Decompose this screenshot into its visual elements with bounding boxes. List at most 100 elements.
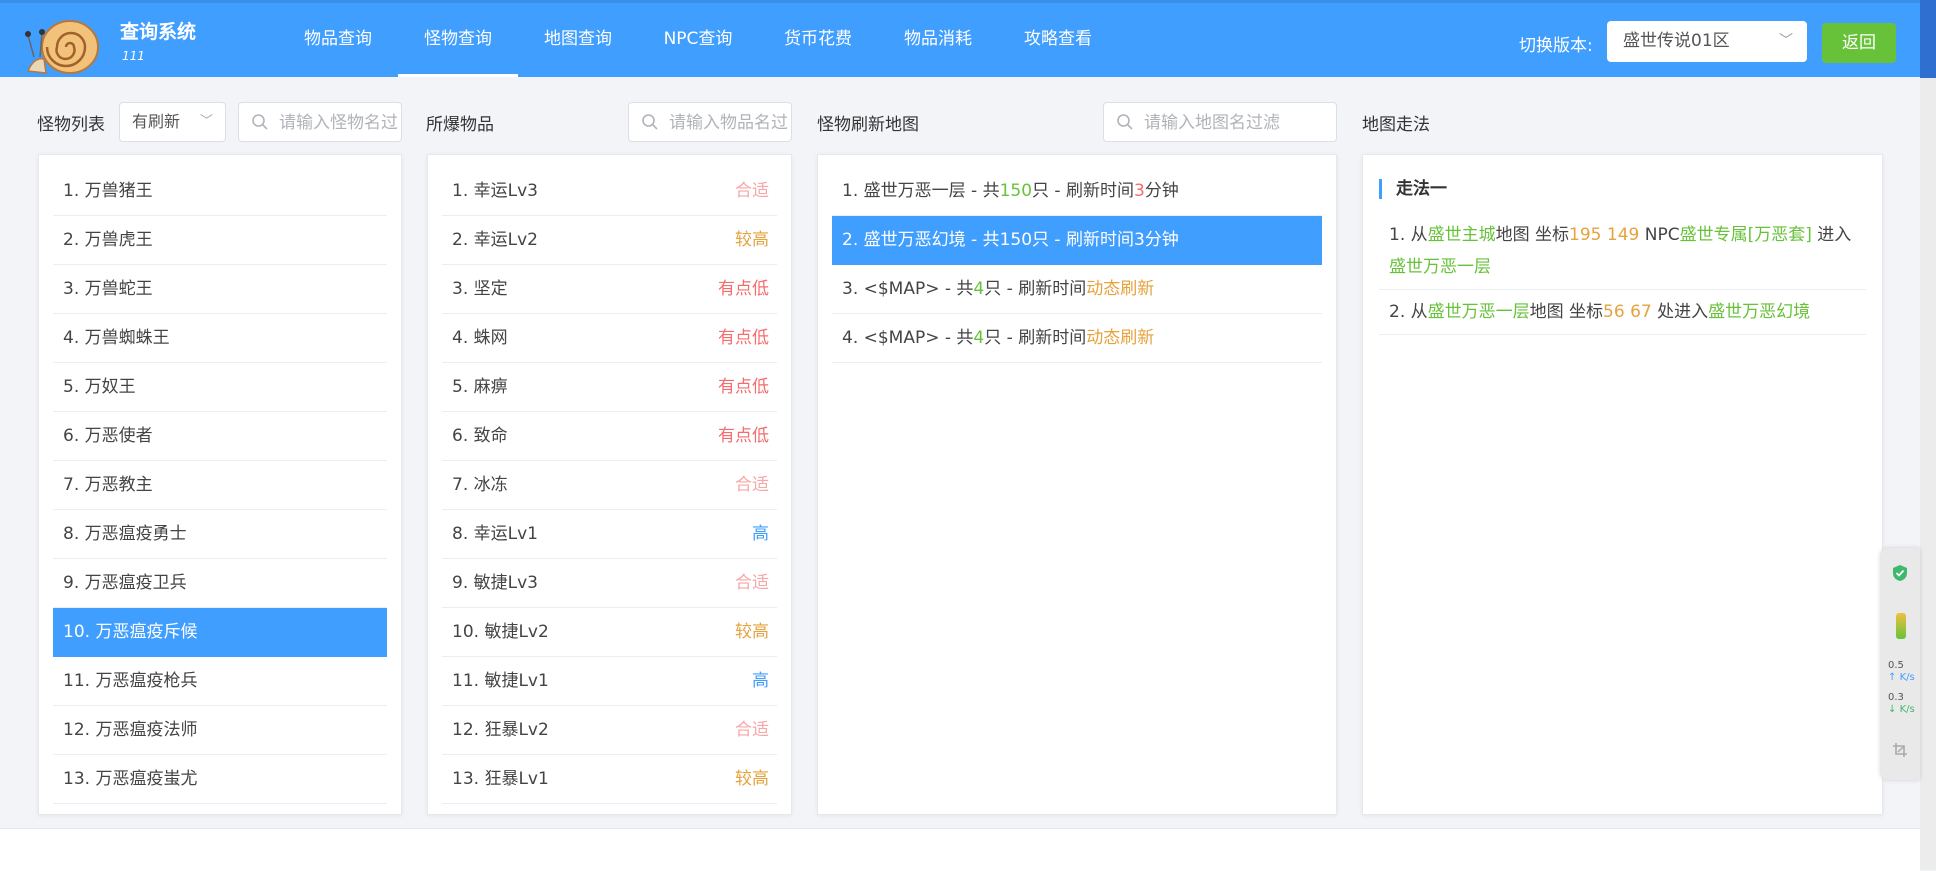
route-step: 1. 从盛世主城地图 坐标195 149 NPC盛世专属[万恶套] 进入 盛世万… — [1379, 213, 1866, 290]
drop-list-item[interactable]: 3. 坚定 有点低 — [442, 265, 777, 314]
step-text: NPC — [1644, 225, 1680, 245]
monster-list-item[interactable]: 3. 万兽蛇王 — [53, 265, 387, 314]
monster-list-item[interactable]: 1. 万兽猪王 — [53, 167, 387, 216]
drop-list-item[interactable]: 6. 致命 有点低 — [442, 412, 777, 461]
map-text: 3. <$MAP> - 共 — [842, 279, 974, 299]
drop-list-item[interactable]: 12. 狂暴Lv2 合适 — [442, 706, 777, 755]
drop-rate-tag: 合适 — [735, 720, 769, 740]
map-list-item[interactable]: 1. 盛世万恶一层 - 共150只 - 刷新时间3分钟 — [832, 167, 1322, 216]
map-list-item[interactable]: 2. 盛世万恶幻境 - 共150只 - 刷新时间3分钟 — [832, 216, 1322, 265]
drop-list-item[interactable]: 1. 幸运Lv3 合适 — [442, 167, 777, 216]
drop-item-name: 3. 坚定 — [452, 279, 508, 299]
drop-item-name: 4. 蛛网 — [452, 328, 508, 348]
upload-speed: 0.5 — [1888, 660, 1904, 671]
monster-list-item[interactable]: 7. 万恶教主 — [53, 461, 387, 510]
drop-rate-tag: 合适 — [735, 475, 769, 495]
drops-label: 所爆物品 — [426, 115, 494, 135]
download-speed: 0.3 — [1888, 692, 1904, 703]
monster-list-item[interactable]: 8. 万恶瘟疫勇士 — [53, 510, 387, 559]
monster-list-item[interactable]: 11. 万恶瘟疫枪兵 — [53, 657, 387, 706]
drop-item-name: 5. 麻痹 — [452, 377, 508, 397]
step-npc-link[interactable]: 盛世专属[万恶套] — [1680, 225, 1812, 245]
monster-list-item[interactable]: 2. 万兽虎王 — [53, 216, 387, 265]
nav-item-monsters[interactable]: 怪物查询 — [398, 3, 518, 77]
drop-search[interactable] — [628, 102, 792, 142]
map-monster-count: 150 — [999, 181, 1033, 201]
speed-unit: K/s — [1899, 672, 1915, 683]
maps-label: 怪物刷新地图 — [817, 115, 919, 135]
nav-item-guides[interactable]: 攻略查看 — [998, 3, 1118, 77]
drop-rate-tag: 合适 — [735, 181, 769, 201]
refresh-filter-value: 有刷新 — [132, 112, 181, 131]
map-monster-count: 150 — [999, 230, 1033, 250]
chevron-down-icon: ﹀ — [199, 114, 213, 129]
drop-list-item[interactable]: 2. 幸运Lv2 较高 — [442, 216, 777, 265]
drop-list-item[interactable]: 9. 敏捷Lv3 合适 — [442, 559, 777, 608]
map-list-item[interactable]: 4. <$MAP> - 共4只 - 刷新时间动态刷新 — [832, 314, 1322, 363]
route-steps: 1. 从盛世主城地图 坐标195 149 NPC盛世专属[万恶套] 进入 盛世万… — [1379, 213, 1866, 335]
monster-search[interactable] — [238, 102, 402, 142]
version-selected-value: 盛世传说01区 — [1623, 31, 1730, 51]
drop-rate-tag: 有点低 — [718, 377, 769, 397]
drop-list-item[interactable]: 8. 幸运Lv1 高 — [442, 510, 777, 559]
step-dest-link[interactable]: 盛世万恶幻境 — [1708, 302, 1810, 322]
monster-search-input[interactable] — [277, 103, 401, 141]
monster-list: 1. 万兽猪王 2. 万兽虎王 3. 万兽蛇王 4. 万兽蜘蛛王 5. 万奴王 6. 万恶… — [53, 167, 387, 804]
drops-panel: 1. 幸运Lv3 合适 2. 幸运Lv2 较高 3. 坚定 有点低 4. 蛛网 有点低 5. 麻… — [427, 154, 792, 815]
monster-list-item[interactable]: 5. 万奴王 — [53, 363, 387, 412]
map-monster-count: 4 — [973, 279, 985, 299]
app-subtitle: 111 — [122, 49, 145, 63]
version-select[interactable]: 盛世传说01区 ﹀ — [1607, 21, 1807, 62]
map-text: 4. <$MAP> - 共 — [842, 328, 974, 348]
monster-list-item[interactable]: 10. 万恶瘟疫斥候 — [53, 608, 387, 657]
shield-icon — [1893, 565, 1907, 581]
monster-list-label: 怪物列表 — [37, 115, 105, 135]
map-search[interactable] — [1103, 102, 1337, 142]
step-coord: 56 67 — [1603, 302, 1652, 322]
nav-item-items[interactable]: 物品查询 — [278, 3, 398, 77]
drop-rate-tag: 高 — [752, 524, 769, 544]
step-map-link[interactable]: 盛世万恶一层 — [1428, 302, 1530, 322]
monster-list-panel: 1. 万兽猪王 2. 万兽虎王 3. 万兽蛇王 4. 万兽蜘蛛王 5. 万奴王 6. 万恶… — [38, 154, 402, 815]
drop-list-item[interactable]: 11. 敏捷Lv1 高 — [442, 657, 777, 706]
refresh-filter-select[interactable]: 有刷新 ﹀ — [119, 102, 226, 142]
monster-list-item[interactable]: 13. 万恶瘟疫蚩尤 — [53, 755, 387, 804]
map-text: 1. 盛世万恶一层 - 共 — [842, 181, 1000, 201]
nav-item-npc[interactable]: NPC查询 — [638, 3, 758, 77]
monster-list-item[interactable]: 12. 万恶瘟疫法师 — [53, 706, 387, 755]
nav-item-maps[interactable]: 地图查询 — [518, 3, 638, 77]
app-title: 查询系统 — [120, 21, 197, 43]
monster-list-item[interactable]: 4. 万兽蜘蛛王 — [53, 314, 387, 363]
drop-list-item[interactable]: 5. 麻痹 有点低 — [442, 363, 777, 412]
drop-list-item[interactable]: 4. 蛛网 有点低 — [442, 314, 777, 363]
network-speed-widget[interactable]: 0.5 ↑ K/s 0.3 ↓ K/s — [1880, 548, 1920, 780]
monster-list-item[interactable]: 9. 万恶瘟疫卫兵 — [53, 559, 387, 608]
step-coord: 195 149 — [1569, 225, 1640, 245]
nav-item-currency[interactable]: 货币花费 — [758, 3, 878, 77]
maps-panel: 1. 盛世万恶一层 - 共150只 - 刷新时间3分钟 2. 盛世万恶幻境 - 共… — [817, 154, 1916, 815]
map-text: 只 - 刷新时间 — [1032, 181, 1134, 201]
back-button[interactable]: 返回 — [1822, 23, 1896, 63]
top-header: 查询系统 111 物品查询 怪物查询 地图查询 NPC查询 货币花费 物品消耗 … — [0, 0, 1920, 77]
step-map-link[interactable]: 盛世主城 — [1428, 225, 1496, 245]
drop-list-item[interactable]: 7. 冰冻 合适 — [442, 461, 777, 510]
download-arrow-icon: ↓ K/s — [1888, 704, 1915, 715]
map-refresh-time: 动态刷新 — [1086, 328, 1155, 348]
drop-rate-tag: 较高 — [735, 230, 769, 250]
route-label: 地图走法 — [1362, 115, 1430, 135]
drop-list: 1. 幸运Lv3 合适 2. 幸运Lv2 较高 3. 坚定 有点低 4. 蛛网 有点低 5. 麻… — [442, 167, 777, 804]
drop-list-item[interactable]: 10. 敏捷Lv2 较高 — [442, 608, 777, 657]
drop-list-item[interactable]: 13. 狂暴Lv1 较高 — [442, 755, 777, 804]
step-text: 处进入 — [1657, 302, 1709, 322]
crop-icon[interactable] — [1892, 742, 1908, 758]
nav-item-consumption[interactable]: 物品消耗 — [878, 3, 998, 77]
drop-search-input[interactable] — [667, 103, 791, 141]
chevron-down-icon: ﹀ — [1779, 33, 1793, 49]
map-search-input[interactable] — [1142, 103, 1336, 141]
snail-logo-icon — [25, 20, 99, 74]
step-dest-link[interactable]: 盛世万恶一层 — [1389, 257, 1491, 277]
monster-list-item[interactable]: 6. 万恶使者 — [53, 412, 387, 461]
usage-bar — [1896, 613, 1906, 639]
map-list-item[interactable]: 3. <$MAP> - 共4只 - 刷新时间动态刷新 — [832, 265, 1322, 314]
map-text: 只 - 刷新时间 — [1032, 230, 1134, 250]
